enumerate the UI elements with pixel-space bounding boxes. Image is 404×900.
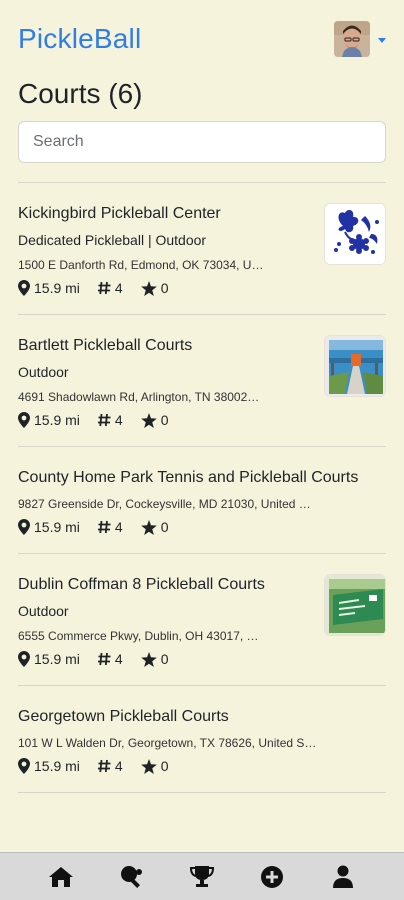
distance-stat: 15.9 mi (18, 280, 80, 296)
paddle-icon (120, 865, 142, 888)
profile-menu[interactable] (334, 21, 386, 57)
nav-home[interactable] (37, 853, 85, 900)
court-address: 1500 E Danforth Rd, Edmond, OK 73034, U… (18, 258, 264, 272)
nav-add[interactable] (248, 853, 296, 900)
distance-value: 15.9 mi (34, 280, 80, 296)
court-stats: 15.9 mi 4 0 (18, 280, 386, 296)
map-pin-icon (18, 651, 30, 667)
map-pin-icon (18, 519, 30, 535)
court-photo-image (325, 336, 385, 396)
search-input[interactable] (18, 121, 386, 163)
court-item[interactable]: Dublin Coffman 8 Pickleball Courts Outdo… (18, 554, 386, 686)
court-thumbnail[interactable] (324, 335, 386, 397)
map-pin-icon (18, 280, 30, 296)
rating-value: 0 (160, 651, 169, 667)
page-title: Courts (6) (18, 78, 386, 110)
distance-stat: 15.9 mi (18, 651, 80, 667)
star-icon (140, 651, 157, 667)
distance-value: 15.9 mi (34, 519, 80, 535)
court-count-stat: 4 (97, 519, 123, 535)
sign-photo-image (325, 575, 385, 635)
avatar[interactable] (334, 21, 370, 57)
distance-value: 15.9 mi (34, 758, 80, 774)
rating-stat: 0 (140, 651, 169, 667)
user-icon (332, 865, 353, 888)
map-pin-icon (18, 412, 30, 428)
court-item[interactable]: County Home Park Tennis and Pickleball C… (18, 447, 386, 554)
page-title-text: Courts (6) (18, 78, 143, 109)
court-address: 4691 Shadowlawn Rd, Arlington, TN 38002… (18, 390, 260, 404)
trophy-icon (189, 865, 214, 887)
court-address: 101 W L Walden Dr, Georgetown, TX 78626,… (18, 736, 317, 750)
court-address: 6555 Commerce Pkwy, Dublin, OH 43017, … (18, 629, 259, 643)
nav-profile[interactable] (319, 853, 367, 900)
court-name[interactable]: Bartlett Pickleball Courts (18, 335, 318, 357)
court-count-stat: 4 (97, 651, 123, 667)
court-stats: 15.9 mi 4 0 (18, 412, 386, 428)
court-count-value: 4 (114, 519, 123, 535)
court-name[interactable]: County Home Park Tennis and Pickleball C… (18, 467, 378, 489)
nav-trophy[interactable] (178, 853, 226, 900)
distance-stat: 15.9 mi (18, 519, 80, 535)
court-count-stat: 4 (97, 280, 123, 296)
top-bar: PickleBall (0, 0, 404, 78)
star-icon (140, 519, 157, 535)
rating-value: 0 (160, 519, 169, 535)
court-count-value: 4 (114, 280, 123, 296)
court-name[interactable]: Dublin Coffman 8 Pickleball Courts (18, 574, 318, 596)
home-icon (49, 866, 74, 887)
court-list[interactable]: Kickingbird Pickleball Center Dedicated … (18, 182, 386, 852)
distance-value: 15.9 mi (34, 412, 80, 428)
hash-icon (97, 652, 111, 666)
court-stats: 15.9 mi 4 0 (18, 758, 386, 774)
bottom-nav (0, 852, 404, 900)
map-pin-icon (18, 758, 30, 774)
court-count-stat: 4 (97, 412, 123, 428)
distance-stat: 15.9 mi (18, 758, 80, 774)
chevron-down-icon[interactable] (378, 37, 386, 43)
distance-value: 15.9 mi (34, 651, 80, 667)
rating-stat: 0 (140, 758, 169, 774)
floral-logo-image (325, 204, 385, 264)
hash-icon (97, 413, 111, 427)
court-item[interactable]: Georgetown Pickleball Courts 101 W L Wal… (18, 686, 386, 793)
hash-icon (97, 759, 111, 773)
nav-paddle[interactable] (108, 853, 156, 900)
star-icon (140, 280, 157, 296)
distance-stat: 15.9 mi (18, 412, 80, 428)
hash-icon (97, 281, 111, 295)
court-item[interactable]: Kickingbird Pickleball Center Dedicated … (18, 183, 386, 315)
court-name[interactable]: Kickingbird Pickleball Center (18, 203, 318, 225)
avatar-image (334, 21, 370, 57)
court-address: 9827 Greenside Dr, Cockeysville, MD 2103… (18, 497, 311, 511)
rating-stat: 0 (140, 280, 169, 296)
star-icon (140, 412, 157, 428)
court-thumbnail[interactable] (324, 203, 386, 265)
court-item[interactable]: Bartlett Pickleball Courts Outdoor 4691 … (18, 315, 386, 447)
app-root: PickleBall Courts (6) Kic (0, 0, 404, 900)
court-stats: 15.9 mi 4 0 (18, 651, 386, 667)
court-count-value: 4 (114, 758, 123, 774)
star-icon (140, 758, 157, 774)
court-count-value: 4 (114, 651, 123, 667)
hash-icon (97, 520, 111, 534)
rating-stat: 0 (140, 412, 169, 428)
court-count-stat: 4 (97, 758, 123, 774)
add-circle-icon (261, 865, 284, 888)
court-name[interactable]: Georgetown Pickleball Courts (18, 706, 378, 728)
court-count-value: 4 (114, 412, 123, 428)
rating-stat: 0 (140, 519, 169, 535)
rating-value: 0 (160, 758, 169, 774)
rating-value: 0 (160, 280, 169, 296)
app-brand[interactable]: PickleBall (18, 23, 141, 55)
rating-value: 0 (160, 412, 169, 428)
court-thumbnail[interactable] (324, 574, 386, 636)
court-stats: 15.9 mi 4 0 (18, 519, 386, 535)
